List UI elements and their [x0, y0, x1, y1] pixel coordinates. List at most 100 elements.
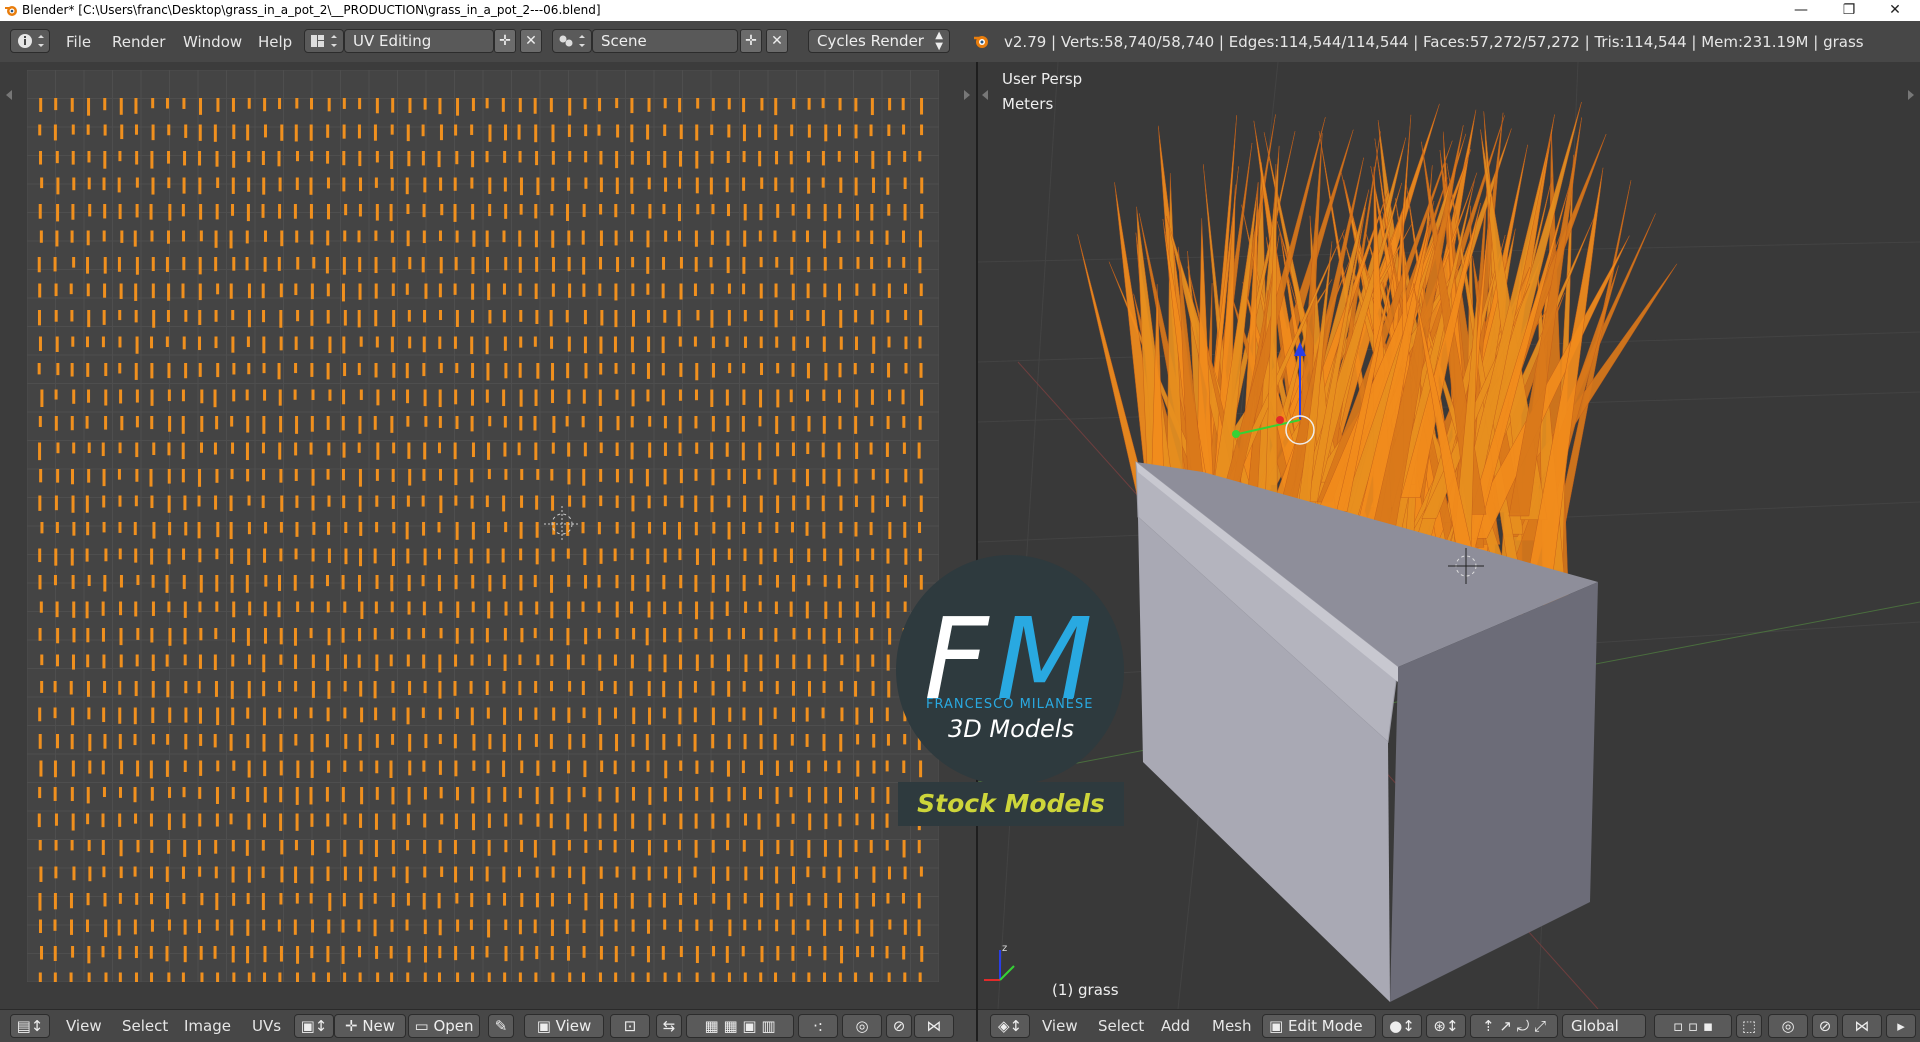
- properties-expand-icon[interactable]: [1908, 90, 1914, 100]
- stock-models-banner: Stock Models: [898, 782, 1124, 826]
- 3d-view-header: ◈↕ View Select Add Mesh ▣ Edit Mode ●↕ ⊛…: [978, 1009, 1920, 1042]
- pivot-icon: ⊡: [623, 1017, 637, 1035]
- axis-gizmo-icon: z: [984, 943, 1015, 981]
- snap-element-icon: ⋈: [926, 1017, 942, 1035]
- pivot-point-icon: ⊛↕: [1433, 1017, 1459, 1035]
- pin-icon: ✎: [494, 1017, 508, 1035]
- vp-menu-select[interactable]: Select: [1098, 1017, 1144, 1035]
- properties-expand-icon[interactable]: [964, 90, 970, 100]
- add-scene-button[interactable]: ✛: [740, 29, 762, 53]
- render-engine-label: Cycles Render: [817, 32, 924, 50]
- vp-menu-view[interactable]: View: [1042, 1017, 1078, 1035]
- uv-grid-canvas[interactable]: [27, 70, 939, 982]
- pivot-point-dropdown[interactable]: ⊛↕: [1426, 1014, 1466, 1038]
- image-mode-label: View: [555, 1017, 592, 1035]
- folder-icon: ▭: [414, 1017, 434, 1035]
- editor-type-uv-button[interactable]: ▤↕: [10, 1014, 50, 1038]
- screen-layout-selector[interactable]: [304, 29, 344, 53]
- blender-logo-icon: [5, 6, 17, 16]
- plus-icon: ✛: [344, 1017, 363, 1035]
- edit-mode-icon: ▣: [1269, 1017, 1288, 1035]
- scene-field[interactable]: Scene: [592, 29, 738, 53]
- menu-render[interactable]: Render: [112, 33, 165, 51]
- info-icon: [18, 34, 44, 48]
- plus-icon: ✛: [745, 33, 757, 49]
- window-title: Blender* [C:\Users\franc\Desktop\grass_i…: [22, 3, 601, 17]
- snap-element-icon: ⋈: [1854, 1017, 1870, 1035]
- new-image-label: New: [362, 1017, 396, 1035]
- uv-menu-view[interactable]: View: [66, 1017, 102, 1035]
- snap-toggle[interactable]: ⊘: [886, 1014, 912, 1038]
- new-image-button[interactable]: ✛ New: [334, 1014, 406, 1038]
- menu-help[interactable]: Help: [258, 33, 292, 51]
- scene-icon: [559, 35, 585, 47]
- scene-statistics: v2.79 | Verts:58,740/58,740 | Edges:114,…: [1004, 33, 1864, 51]
- manipulator-group[interactable]: ⇡ ↗ ⤾ ⤢: [1470, 1014, 1558, 1038]
- fm-watermark-logo: F M FRANCESCO MILANESE 3D Models: [896, 555, 1124, 785]
- dropdown-arrows-icon: ▲ ▼: [935, 30, 943, 52]
- close-window-button[interactable]: ✕: [1872, 0, 1918, 21]
- snap-toggle-3d[interactable]: ⊘: [1812, 1014, 1838, 1038]
- menu-window[interactable]: Window: [183, 33, 242, 51]
- camera-icon: ▸: [1897, 1017, 1905, 1035]
- render-preview-button[interactable]: ▸: [1886, 1014, 1916, 1038]
- sync-selection-button[interactable]: ⇆: [656, 1014, 682, 1038]
- editor-type-3d-button[interactable]: ◈↕: [990, 1014, 1030, 1038]
- layout-icon: [311, 35, 337, 47]
- sync-icon: ⇆: [662, 1017, 676, 1035]
- 3d-scene[interactable]: z: [978, 62, 1920, 1009]
- sticky-mode-dropdown[interactable]: ·:: [798, 1014, 838, 1038]
- orientation-label: Global: [1571, 1017, 1619, 1035]
- info-header: File Render Window Help UV Editing ✛ ✕ S…: [0, 21, 1920, 63]
- restore-button[interactable]: ❐: [1826, 0, 1872, 21]
- vp-menu-add[interactable]: Add: [1161, 1017, 1190, 1035]
- mesh-select-icons: ▫ ▫ ▪: [1672, 1017, 1714, 1035]
- snap-element-dropdown-3d[interactable]: ⋈: [1842, 1014, 1882, 1038]
- sticky-icon: ·:: [813, 1017, 823, 1035]
- occlude-icon: ⬚: [1741, 1017, 1757, 1035]
- occlude-geometry-toggle[interactable]: ⬚: [1736, 1014, 1762, 1038]
- pin-image-button[interactable]: ✎: [488, 1014, 514, 1038]
- minimize-button[interactable]: —: [1778, 0, 1824, 21]
- uv-menu-select[interactable]: Select: [122, 1017, 168, 1035]
- image-mode-dropdown[interactable]: ▣ View: [524, 1014, 604, 1038]
- blender-logo-icon: [974, 36, 988, 48]
- 2d-cursor-icon[interactable]: [540, 502, 584, 546]
- mode-label: Edit Mode: [1287, 1017, 1363, 1035]
- uv-menu-image[interactable]: Image: [184, 1017, 231, 1035]
- transform-orientation-dropdown[interactable]: Global: [1562, 1014, 1646, 1038]
- image-icon: ▣↕: [300, 1017, 328, 1035]
- active-object-label: (1) grass: [1052, 981, 1119, 999]
- mesh-select-mode-group[interactable]: ▫ ▫ ▪: [1654, 1014, 1732, 1038]
- uv-select-mode-group[interactable]: ▦ ▦ ▣ ▥: [686, 1014, 794, 1038]
- solid-shading-icon: ●↕: [1389, 1017, 1415, 1035]
- uv-menu-uvs[interactable]: UVs: [252, 1017, 281, 1035]
- 3d-viewport[interactable]: z User Persp Meters (1) grass: [978, 62, 1920, 1009]
- remove-scene-button[interactable]: ✕: [766, 29, 788, 53]
- proportional-editing-dropdown[interactable]: ◎: [1768, 1014, 1808, 1038]
- menu-file[interactable]: File: [66, 33, 91, 51]
- editor-type-info-button[interactable]: [10, 29, 50, 53]
- plus-icon: ✛: [499, 33, 511, 49]
- proportional-edit-dropdown[interactable]: ◎: [842, 1014, 882, 1038]
- mode-dropdown[interactable]: ▣ Edit Mode: [1262, 1014, 1376, 1038]
- remove-layout-button[interactable]: ✕: [520, 29, 542, 53]
- browse-image-button[interactable]: ▣↕: [294, 1014, 334, 1038]
- close-icon: ✕: [525, 33, 537, 49]
- proportional-icon: ◎: [855, 1017, 869, 1035]
- snap-element-dropdown[interactable]: ⋈: [914, 1014, 954, 1038]
- scene-selector[interactable]: [552, 29, 592, 53]
- viewport-shading-dropdown[interactable]: ●↕: [1382, 1014, 1422, 1038]
- toolshelf-expand-icon[interactable]: [6, 90, 12, 100]
- pivot-dropdown[interactable]: ⊡: [610, 1014, 650, 1038]
- snap-icon: ⊘: [892, 1017, 906, 1035]
- vp-menu-mesh[interactable]: Mesh: [1212, 1017, 1252, 1035]
- toolshelf-expand-icon[interactable]: [982, 90, 988, 100]
- view-mode-icon: ▣: [536, 1017, 556, 1035]
- uv-image-editor[interactable]: [0, 62, 976, 1009]
- snap-icon: ⊘: [1818, 1017, 1832, 1035]
- add-layout-button[interactable]: ✛: [494, 29, 516, 53]
- open-image-button[interactable]: ▭ Open: [408, 1014, 480, 1038]
- screen-layout-field[interactable]: UV Editing: [344, 29, 494, 53]
- render-engine-dropdown[interactable]: Cycles Render ▲ ▼: [808, 29, 950, 53]
